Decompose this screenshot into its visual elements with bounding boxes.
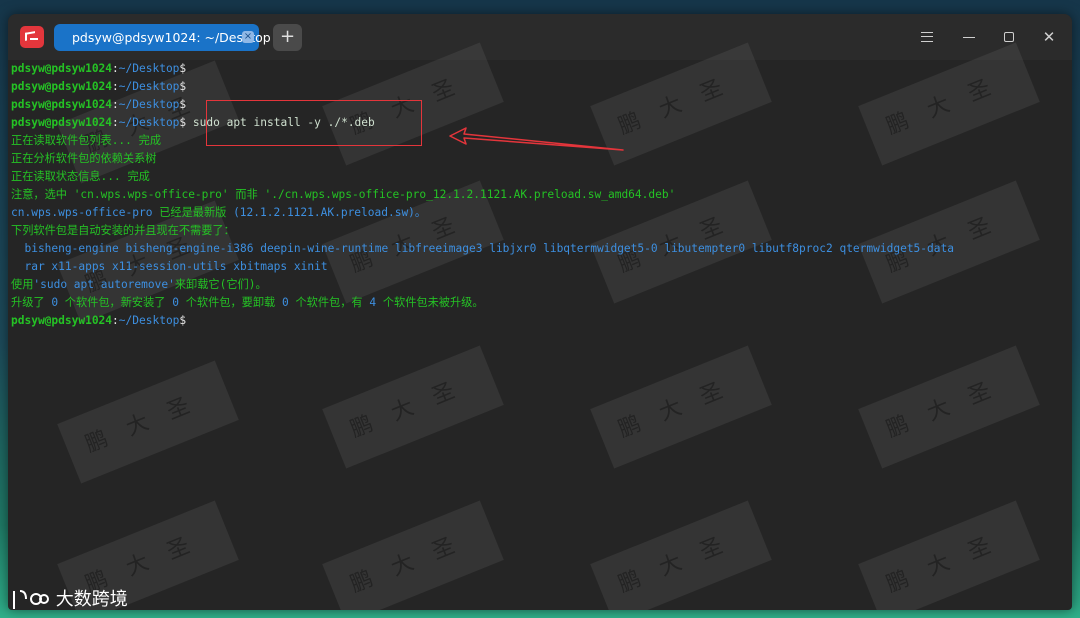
tab-desktop[interactable]: pdsyw@pdsyw1024: ~/Desktop × — [54, 24, 271, 51]
terminal-output[interactable]: 鹏大圣 鹏大圣 鹏大圣 鹏大圣 鹏大圣 鹏大圣 鹏大圣 鹏大圣 鹏大圣 鹏大圣 … — [8, 42, 1072, 610]
prompt-line: pdsyw@pdsyw1024:~/Desktop$ — [11, 60, 186, 78]
annotation-arrow-icon — [449, 127, 624, 151]
brand-logo-icon — [13, 590, 49, 609]
watermark: 鹏大圣 — [590, 500, 772, 610]
prompt-sep: : — [112, 314, 119, 327]
brand-text: 大数跨境 — [55, 589, 128, 610]
watermark: 鹏大圣 — [322, 345, 504, 469]
prompt-user: pdsyw@pdsyw1024 — [11, 62, 113, 75]
menu-icon[interactable] — [916, 26, 938, 48]
prompt-path: ~/Desktop — [118, 314, 180, 327]
prompt-dollar: $ — [179, 62, 187, 75]
summary-text: 升级了 — [11, 296, 52, 309]
output-line: cn.wps.wps-office-pro 已经是最新版 (12.1.2.112… — [11, 204, 426, 222]
prompt-line: pdsyw@pdsyw1024:~/Desktop$ — [11, 312, 186, 330]
output-line: 注意，选中 'cn.wps.wps-office-pro' 而非 './cn.w… — [11, 186, 675, 204]
note-package: 'cn.wps.wps-office-pro' — [73, 188, 229, 201]
prompt-user: pdsyw@pdsyw1024 — [11, 314, 113, 327]
prompt-user: pdsyw@pdsyw1024 — [11, 116, 113, 129]
prompt-sep: : — [112, 62, 119, 75]
brand-watermark: 大数跨境 — [10, 586, 128, 614]
prompt-dollar: $ — [179, 80, 187, 93]
minimize-icon[interactable] — [958, 26, 980, 48]
prompt-dollar: $ — [179, 314, 187, 327]
autoremove-cmd: 'sudo apt autoremove' — [33, 278, 175, 291]
output-line: bisheng-engine bisheng-engine-i386 deepi… — [11, 242, 954, 255]
prompt-path: ~/Desktop — [118, 62, 180, 75]
watermark: 鹏大圣 — [858, 500, 1040, 610]
summary-text: 个软件包，有 — [288, 296, 370, 309]
output-line: 正在分析软件包的依赖关系树 — [11, 152, 157, 165]
prompt-sep: : — [112, 80, 119, 93]
prompt-sep: : — [112, 98, 119, 111]
watermark: 鹏大圣 — [57, 360, 239, 484]
watermark: 鹏大圣 — [322, 500, 504, 610]
note-instead: 而非 — [228, 188, 265, 201]
note-deb-file: './cn.wps.wps-office-pro_12.1.2.1121.AK.… — [264, 188, 676, 201]
prompt-user: pdsyw@pdsyw1024 — [11, 98, 113, 111]
summary-count: 0 — [172, 296, 179, 309]
command-highlight-box — [206, 100, 422, 146]
prompt-path: ~/Desktop — [118, 80, 180, 93]
prompt-line: pdsyw@pdsyw1024:~/Desktop$ — [11, 96, 186, 114]
use-suffix: 来卸载它(它们)。 — [174, 278, 267, 291]
prompt-path: ~/Desktop — [118, 116, 180, 129]
package-version: (12.1.2.1121.AK.preload.sw)。 — [233, 206, 427, 219]
watermark: 鹏大圣 — [858, 345, 1040, 469]
prompt-dollar: $ — [179, 98, 187, 111]
prompt-sep: : — [112, 116, 119, 129]
note-prefix: 注意，选中 — [11, 188, 74, 201]
close-window-icon[interactable]: ✕ — [1038, 26, 1060, 48]
output-line: 正在读取状态信息... 完成 — [11, 170, 150, 183]
summary-count: 0 — [281, 296, 289, 309]
prompt-path: ~/Desktop — [118, 98, 180, 111]
add-tab-button[interactable]: + — [273, 24, 302, 51]
tab-close-icon[interactable]: × — [242, 31, 254, 43]
output-line: rar x11-apps x11-session-utils xbitmaps … — [11, 260, 328, 273]
tab-title: pdsyw@pdsyw1024: ~/Desktop — [72, 30, 271, 45]
summary-text: 个软件包未被升级。 — [376, 296, 484, 309]
terminal-app-icon[interactable] — [20, 26, 44, 48]
output-line: 使用'sudo apt autoremove'来卸载它(它们)。 — [11, 276, 267, 294]
summary-text: 个软件包，要卸载 — [178, 296, 282, 309]
already-newest: 已经是最新版 — [152, 206, 234, 219]
title-bar: pdsyw@pdsyw1024: ~/Desktop × + ✕ — [8, 14, 1072, 60]
use-prefix: 使用 — [11, 278, 34, 291]
terminal-window: pdsyw@pdsyw1024: ~/Desktop × + ✕ 鹏大圣 鹏大圣… — [8, 14, 1072, 610]
summary-text: 个软件包，新安装了 — [58, 296, 173, 309]
output-line: 下列软件包是自动安装的并且现在不需要了： — [11, 224, 235, 237]
output-line: 升级了 0 个软件包，新安装了 0 个软件包，要卸载 0 个软件包，有 4 个软… — [11, 294, 484, 312]
watermark: 鹏大圣 — [590, 345, 772, 469]
prompt-user: pdsyw@pdsyw1024 — [11, 80, 113, 93]
watermark: 鹏大圣 — [858, 42, 1040, 166]
prompt-line: pdsyw@pdsyw1024:~/Desktop$ — [11, 78, 186, 96]
package-name: cn.wps.wps-office-pro — [11, 206, 153, 219]
output-line: 正在读取软件包列表... 完成 — [11, 134, 162, 147]
